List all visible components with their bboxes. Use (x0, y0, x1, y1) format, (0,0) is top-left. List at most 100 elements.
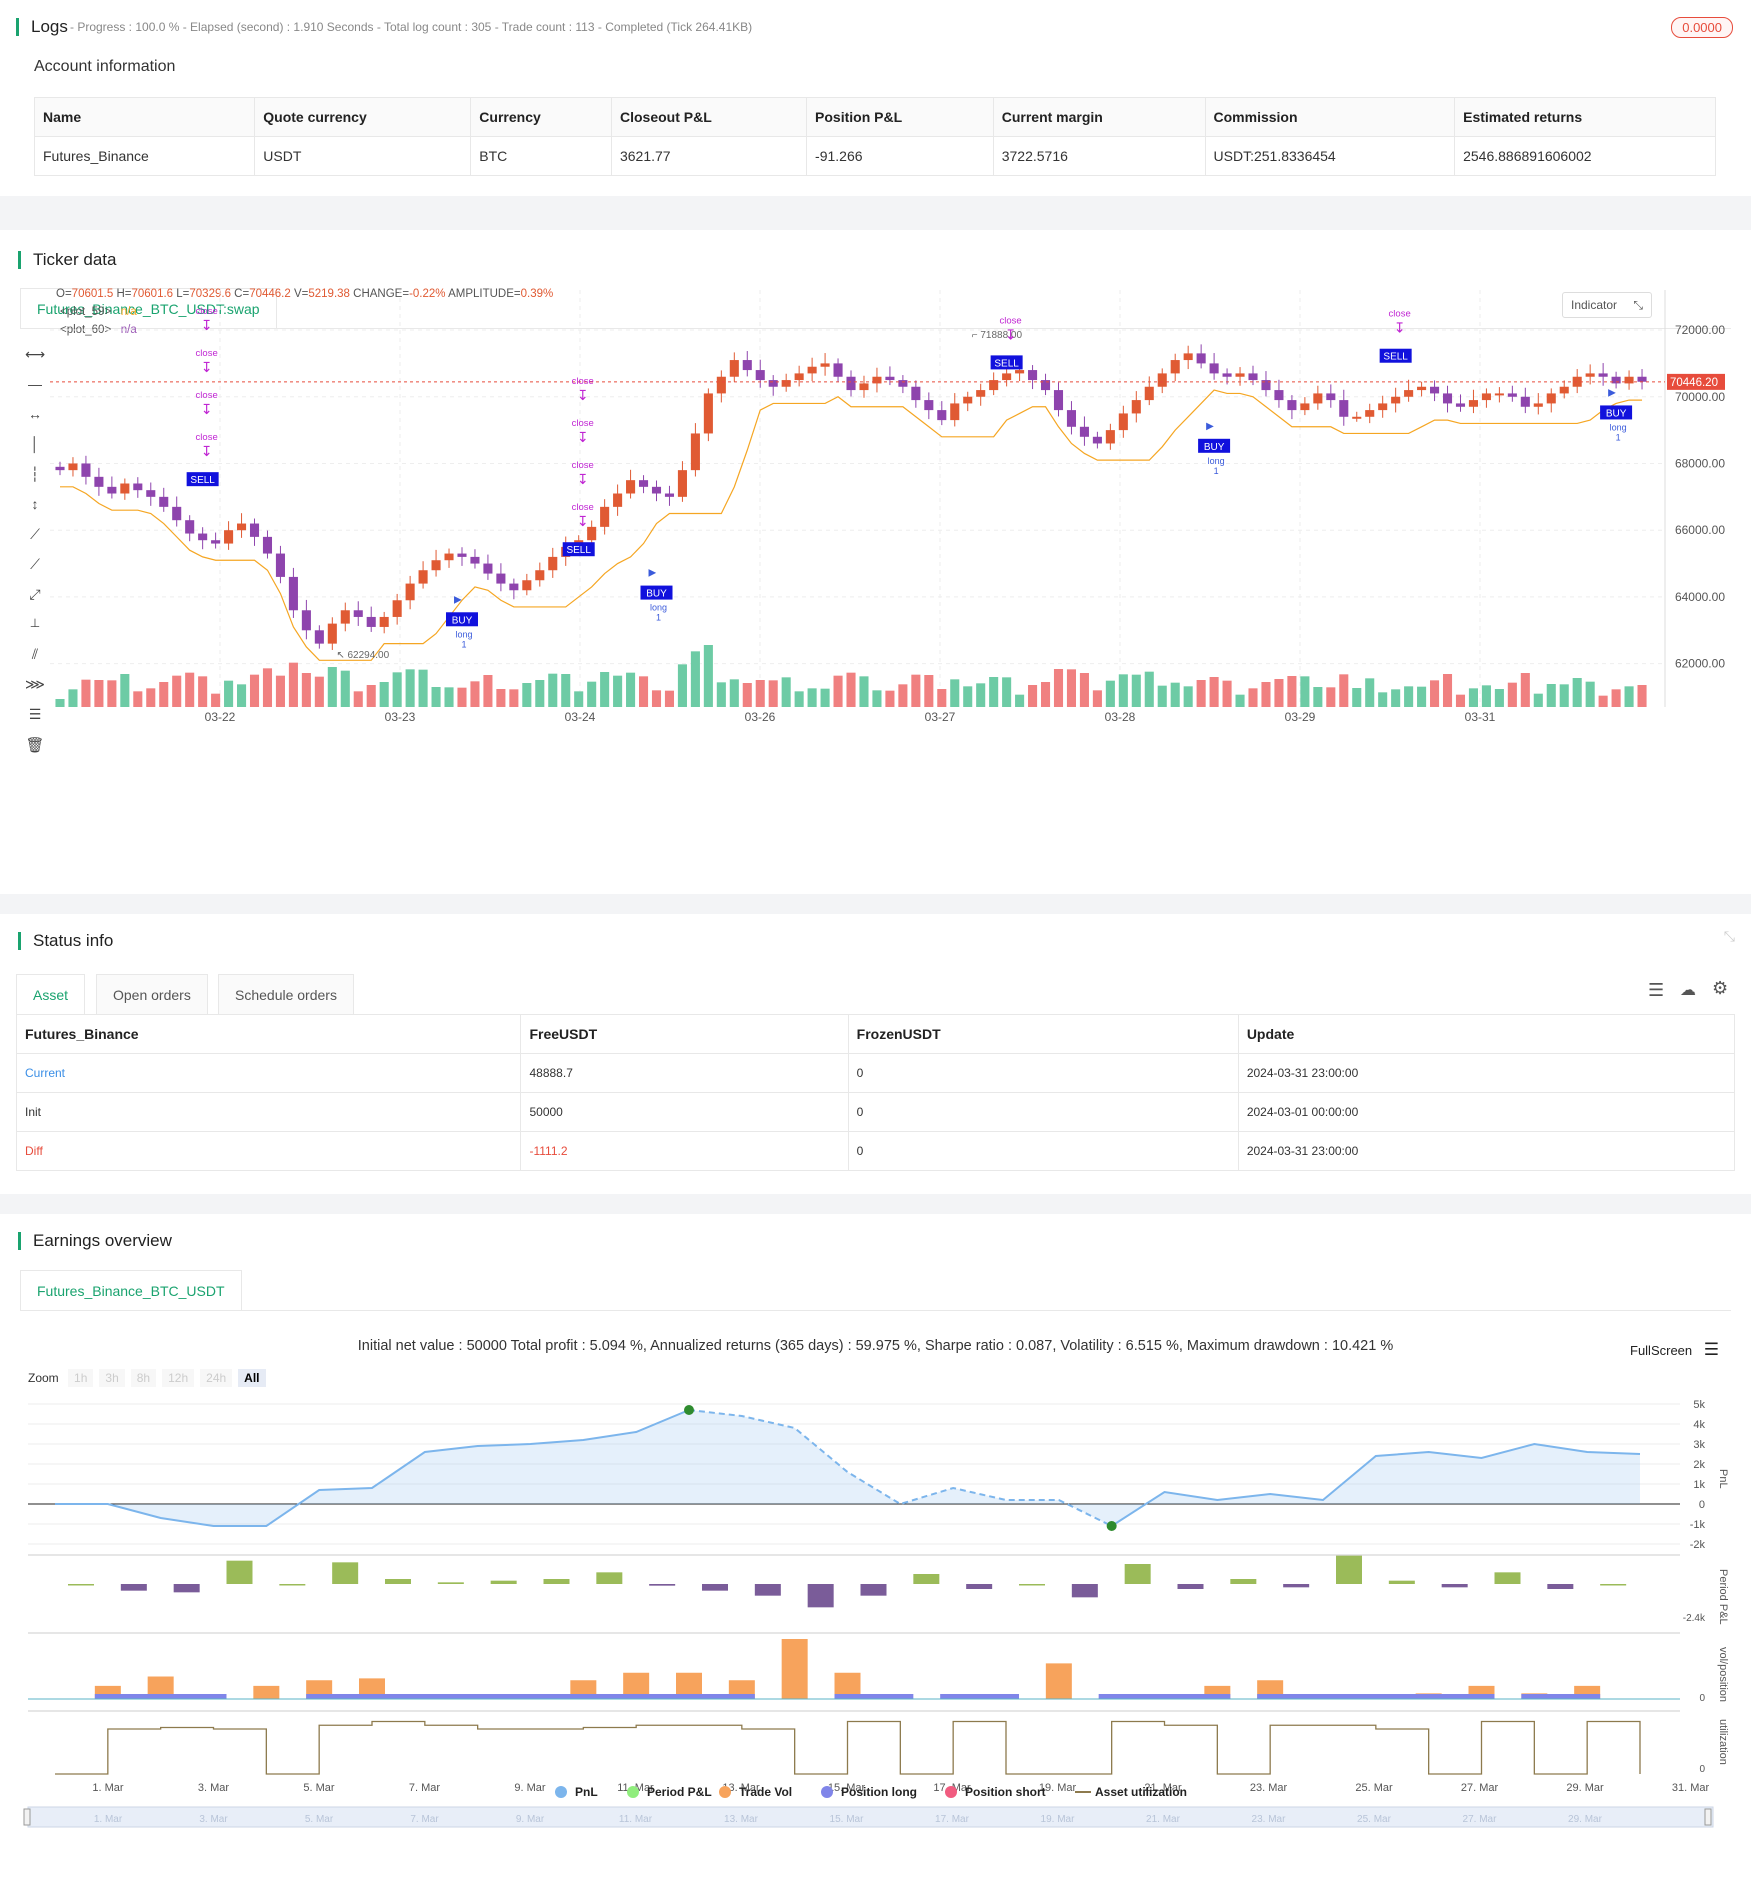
zoom-option[interactable]: 24h (200, 1369, 233, 1387)
tab-open-orders[interactable]: Open orders (96, 974, 208, 1014)
y-tick-label: 68000.00 (1675, 456, 1725, 470)
volume-bar (1261, 682, 1271, 707)
volume-bar (911, 674, 921, 707)
volume-bar (353, 691, 363, 707)
candle-body (185, 520, 195, 534)
candlestick-chart[interactable]: 72000.00 70000.00 68000.00 66000.00 64000.00… (30, 282, 1740, 752)
x-tick-label: 3. Mar (198, 1782, 230, 1794)
position-long-bar (1098, 1694, 1231, 1699)
candle-body (198, 533, 208, 541)
candle-body (146, 490, 156, 497)
tab-schedule-orders[interactable]: Schedule orders (218, 974, 354, 1014)
candle-body (1105, 430, 1115, 444)
x-tick-label: 03-28 (1105, 710, 1136, 724)
volume-bar (301, 673, 311, 707)
candle-body (1352, 416, 1362, 419)
column-header: FrozenUSDT (847, 1014, 1239, 1054)
y-tick-label: 0 (1699, 1764, 1705, 1775)
volume-bar (431, 687, 441, 707)
tab-asset[interactable]: Asset (16, 974, 86, 1014)
column-header: Closeout P&L (610, 97, 808, 137)
candle-body (483, 563, 493, 574)
tab-earnings-symbol[interactable]: Futures_Binance_BTC_USDT (20, 1270, 242, 1310)
volume-bar (587, 681, 597, 707)
list-icon[interactable]: ☰ (1648, 980, 1664, 1001)
zoom-option[interactable]: 1h (68, 1369, 94, 1387)
candle-body (431, 560, 441, 571)
volume-bar (1442, 674, 1453, 707)
legend-label: Position long (841, 1785, 917, 1799)
volume-bar (1028, 685, 1038, 707)
candle-body (729, 360, 739, 377)
candle-body (1481, 393, 1491, 401)
column-header: Estimated returns (1454, 97, 1716, 137)
candle-body (405, 583, 415, 601)
zoom-option[interactable]: 8h (130, 1369, 157, 1387)
logs-title: Logs (16, 18, 68, 36)
volume-bar (1481, 685, 1491, 707)
column-header: Current margin (992, 97, 1206, 137)
candle-body (1053, 390, 1064, 411)
period-bar (1283, 1584, 1310, 1588)
zoom-label: Zoom (28, 1371, 59, 1385)
signal-label: BUY (1204, 442, 1225, 453)
collapse-icon[interactable]: ⤡ (1724, 928, 1735, 945)
position-long-bar (306, 1694, 755, 1699)
table-cell: Diff (15, 1131, 522, 1171)
volume-bar (548, 673, 558, 707)
volume-bar (314, 676, 324, 707)
volume-bar (937, 689, 947, 707)
zoom-option[interactable]: 3h (99, 1369, 125, 1387)
signal-label: BUY (452, 615, 473, 626)
zoom-option[interactable]: 12h (162, 1369, 195, 1387)
cloud-icon[interactable]: ☁ (1680, 980, 1696, 1000)
period-bar (913, 1574, 940, 1584)
logs-badge: 0.0000 (1671, 17, 1733, 38)
y-tick-label: 1k (1693, 1479, 1705, 1491)
volume-bar (1326, 687, 1336, 707)
y-tick-label: -1k (1690, 1519, 1706, 1531)
fullscreen-button[interactable]: FullScreen ☰ (1630, 1340, 1719, 1360)
volume-bar (198, 676, 208, 707)
menu-icon[interactable]: ☰ (1704, 1340, 1719, 1359)
candle-body (1066, 410, 1077, 427)
navigator-tick-label: 21. Mar (1146, 1814, 1181, 1825)
volume-bar (600, 672, 610, 707)
volume-bar (1118, 674, 1128, 707)
period-bar (1336, 1555, 1362, 1584)
volume-bar (729, 679, 739, 707)
table-cell: 2546.886891606002 (1454, 136, 1716, 176)
earnings-chart[interactable]: 5k 4k 3k 2k 1k 0 -1k -2k PnL -2.4k Period P&L 0 vol/… (0, 1399, 1751, 1869)
period-bar (807, 1584, 834, 1608)
volume-bar (1417, 686, 1427, 707)
column-header: FreeUSDT (520, 1014, 849, 1054)
zoom-option[interactable]: All (238, 1369, 266, 1387)
candle-body (470, 556, 480, 564)
volume-bar (1002, 677, 1012, 707)
candle-body (1183, 353, 1193, 361)
status-panel: Status info ⤡ Asset Open orders Schedule… (0, 914, 1751, 1194)
candle-body (1533, 403, 1543, 407)
candle-body (496, 573, 506, 584)
candle-body (626, 480, 636, 494)
volume-bar (561, 674, 571, 707)
column-header: Commission (1204, 97, 1456, 137)
close-arrow-icon: ↧ (201, 359, 213, 375)
candle-body (924, 400, 934, 411)
candle-body (275, 553, 285, 577)
candle-body (1326, 393, 1336, 401)
x-tick-label: 27. Mar (1461, 1782, 1499, 1794)
volume-bar (1598, 695, 1608, 707)
candle-body (1378, 403, 1388, 411)
volume-bar (1066, 669, 1077, 707)
period-bar (173, 1584, 200, 1593)
volume-bar (1365, 678, 1375, 707)
candle-body (742, 360, 752, 371)
close-label: close (1389, 309, 1411, 320)
volume-bar (1183, 686, 1193, 707)
volume-bar (1339, 674, 1349, 707)
candle-body (1455, 403, 1466, 407)
candle-body (950, 403, 960, 421)
gear-icon[interactable]: ⚙ (1712, 978, 1728, 999)
column-header: Position P&L (806, 97, 994, 137)
